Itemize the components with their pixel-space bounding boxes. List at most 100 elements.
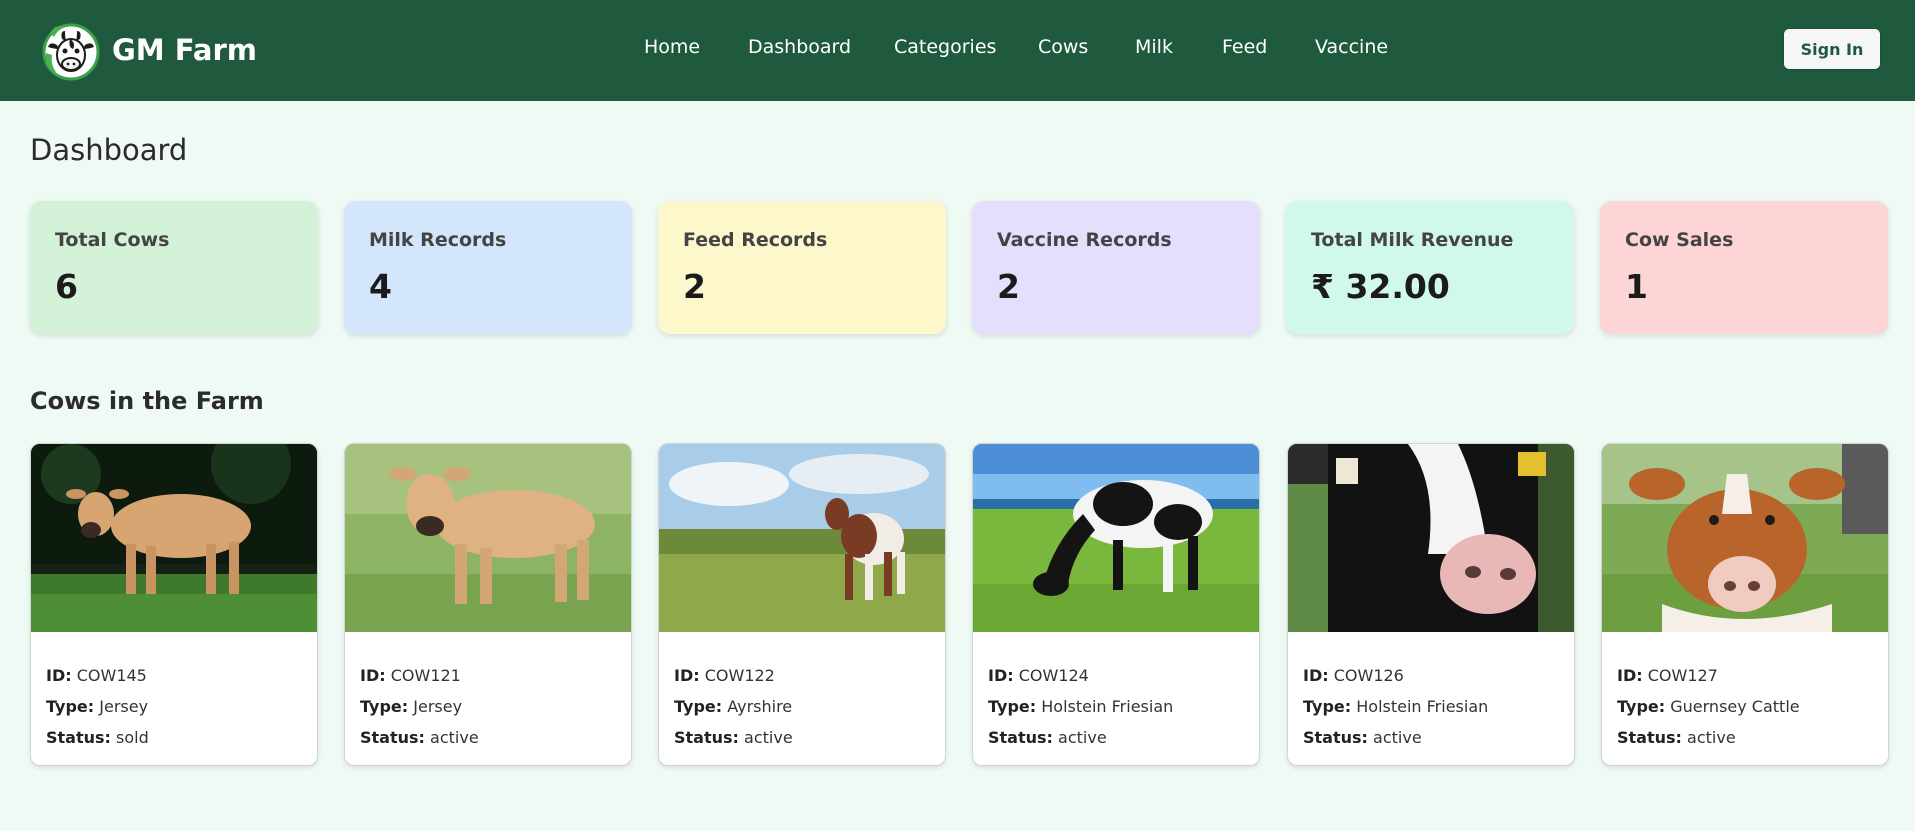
cow-status: sold [116,728,149,747]
id-label: ID: [988,666,1014,685]
cow-id: COW145 [76,666,147,685]
cow-id: COW126 [1333,666,1404,685]
cow-id-row: ID: COW145 [46,660,149,691]
stat-label: Total Milk Revenue [1311,229,1514,251]
stat-label: Milk Records [369,229,507,251]
stat-value: 2 [683,267,706,306]
cow-photo [31,444,317,632]
cow-status-row: Status: active [674,722,793,753]
cow-info: ID: COW145 Type: Jersey Status: sold [46,660,149,753]
id-label: ID: [46,666,72,685]
type-label: Type: [1617,697,1666,716]
navbar: GM Farm Home Dashboard Categories Cows M… [0,0,1915,101]
nav-cows[interactable]: Cows [1038,36,1088,58]
cow-type-row: Type: Ayrshire [674,691,793,722]
status-label: Status: [1617,728,1682,747]
type-label: Type: [988,697,1037,716]
cow-id-row: ID: COW121 [360,660,479,691]
id-label: ID: [1303,666,1329,685]
cow-type-row: Type: Jersey [360,691,479,722]
cow-status: active [1373,728,1422,747]
stat-value: 6 [55,267,78,306]
type-label: Type: [1303,697,1352,716]
id-label: ID: [360,666,386,685]
cow-type: Holstein Friesian [1356,697,1489,716]
stat-label: Total Cows [55,229,170,251]
cow-info: ID: COW122 Type: Ayrshire Status: active [674,660,793,753]
cow-card[interactable]: ID: COW145 Type: Jersey Status: sold [30,443,318,766]
nav-links: Home Dashboard Categories Cows Milk Feed… [0,36,1915,66]
stat-label: Vaccine Records [997,229,1172,251]
cow-status-row: Status: active [360,722,479,753]
cow-card[interactable]: ID: COW124 Type: Holstein Friesian Statu… [972,443,1260,766]
stat-card-total-cows: Total Cows 6 [30,201,318,334]
cow-info: ID: COW124 Type: Holstein Friesian Statu… [988,660,1173,753]
nav-feed[interactable]: Feed [1222,36,1267,58]
cow-card[interactable]: ID: COW121 Type: Jersey Status: active [344,443,632,766]
cow-status: active [744,728,793,747]
cow-type-row: Type: Guernsey Cattle [1617,691,1800,722]
section-title: Cows in the Farm [30,387,264,415]
stat-card-feed-records: Feed Records 2 [658,201,946,334]
sign-in-button[interactable]: Sign In [1784,29,1880,69]
id-label: ID: [674,666,700,685]
cow-type: Holstein Friesian [1041,697,1174,716]
status-label: Status: [1303,728,1368,747]
cow-status: active [430,728,479,747]
cow-info: ID: COW127 Type: Guernsey Cattle Status:… [1617,660,1800,753]
cow-status: active [1687,728,1736,747]
stat-card-vaccine-records: Vaccine Records 2 [972,201,1260,334]
cow-type-row: Type: Jersey [46,691,149,722]
cow-id-row: ID: COW127 [1617,660,1800,691]
cow-photo [973,444,1259,632]
nav-categories[interactable]: Categories [894,36,996,58]
cow-status-row: Status: active [988,722,1173,753]
cow-type: Ayrshire [727,697,793,716]
type-label: Type: [46,697,95,716]
cow-status-row: Status: active [1303,722,1488,753]
cow-card[interactable]: ID: COW127 Type: Guernsey Cattle Status:… [1601,443,1889,766]
type-label: Type: [674,697,723,716]
nav-dashboard[interactable]: Dashboard [748,36,851,58]
stat-value: 2 [997,267,1020,306]
cow-id-row: ID: COW122 [674,660,793,691]
cow-type: Guernsey Cattle [1670,697,1800,716]
cow-status-row: Status: sold [46,722,149,753]
cow-type-row: Type: Holstein Friesian [1303,691,1488,722]
cow-photo [1288,444,1574,632]
cow-card[interactable]: ID: COW122 Type: Ayrshire Status: active [658,443,946,766]
cow-type: Jersey [99,697,149,716]
stat-value: 1 [1625,267,1648,306]
nav-home[interactable]: Home [644,36,700,58]
cow-id: COW121 [390,666,461,685]
cow-info: ID: COW121 Type: Jersey Status: active [360,660,479,753]
status-label: Status: [988,728,1053,747]
cow-id: COW124 [1018,666,1089,685]
cow-id: COW127 [1647,666,1718,685]
cow-card[interactable]: ID: COW126 Type: Holstein Friesian Statu… [1287,443,1575,766]
cow-photo [345,444,631,632]
cow-status-row: Status: active [1617,722,1800,753]
status-label: Status: [46,728,111,747]
stat-card-total-milk-revenue: Total Milk Revenue ₹ 32.00 [1286,201,1574,334]
cow-type-row: Type: Holstein Friesian [988,691,1173,722]
type-label: Type: [360,697,409,716]
status-label: Status: [674,728,739,747]
stat-card-cow-sales: Cow Sales 1 [1600,201,1888,334]
nav-milk[interactable]: Milk [1135,36,1173,58]
status-label: Status: [360,728,425,747]
cow-id-row: ID: COW124 [988,660,1173,691]
id-label: ID: [1617,666,1643,685]
cow-id-row: ID: COW126 [1303,660,1488,691]
stat-value: ₹ 32.00 [1311,267,1450,306]
nav-vaccine[interactable]: Vaccine [1315,36,1388,58]
cow-photo [659,444,945,632]
stat-label: Cow Sales [1625,229,1734,251]
cow-status: active [1058,728,1107,747]
cow-photo [1602,444,1888,632]
cow-type: Jersey [413,697,463,716]
page-title: Dashboard [30,133,188,167]
cow-id: COW122 [704,666,775,685]
stat-label: Feed Records [683,229,828,251]
cow-info: ID: COW126 Type: Holstein Friesian Statu… [1303,660,1488,753]
